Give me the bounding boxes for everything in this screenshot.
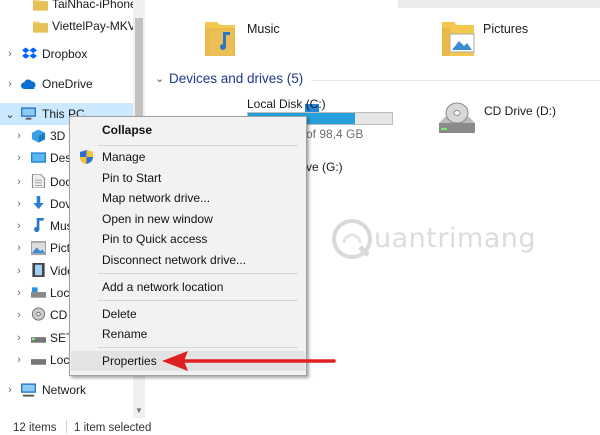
music-folder-icon[interactable] bbox=[203, 16, 237, 58]
chevron-right-icon[interactable]: › bbox=[5, 48, 15, 60]
menu-separator bbox=[98, 273, 298, 274]
nav-item-tainhac[interactable]: TaiNhac-iPhone bbox=[0, 0, 133, 15]
cd-drive-d-label[interactable]: CD Drive (D:) bbox=[484, 104, 556, 118]
chevron-right-icon[interactable]: › bbox=[5, 78, 15, 90]
chevron-right-icon[interactable]: › bbox=[14, 265, 24, 277]
menu-item-pin-to-start[interactable]: Pin to Start bbox=[71, 168, 305, 188]
desktop-icon bbox=[31, 152, 46, 163]
picture-icon bbox=[31, 241, 46, 255]
scroll-down-arrow-icon[interactable]: ▼ bbox=[133, 404, 145, 418]
menu-item-disconnect-network-drive[interactable]: Disconnect network drive... bbox=[71, 250, 305, 270]
context-menu: Collapse Manage Pin to Start Map network… bbox=[69, 116, 307, 376]
devices-and-drives-header[interactable]: Devices and drives (5) bbox=[169, 71, 303, 86]
chevron-right-icon[interactable]: › bbox=[14, 220, 24, 232]
header-strip bbox=[398, 0, 600, 8]
download-arrow-icon bbox=[33, 196, 44, 210]
uac-shield-icon bbox=[80, 150, 93, 164]
nav-item-network[interactable]: › Network bbox=[0, 379, 133, 401]
music-folder-label: Music bbox=[247, 22, 280, 36]
menu-separator bbox=[98, 145, 298, 146]
drive-icon bbox=[31, 287, 46, 298]
chevron-down-icon[interactable]: ⌄ bbox=[155, 72, 164, 85]
computer-icon bbox=[21, 107, 36, 120]
selection-count: 1 item selected bbox=[74, 422, 152, 434]
watermark-text: uantrimang bbox=[374, 223, 537, 254]
chevron-right-icon[interactable]: › bbox=[14, 152, 24, 164]
music-note-icon bbox=[34, 218, 44, 232]
status-bar: 12 items 1 item selected bbox=[0, 418, 600, 435]
quantrimang-watermark: uantrimang bbox=[330, 217, 550, 267]
chevron-right-icon[interactable]: › bbox=[5, 384, 15, 396]
drive-icon bbox=[31, 337, 46, 343]
menu-item-map-network-drive[interactable]: Map network drive... bbox=[71, 188, 305, 208]
menu-separator bbox=[98, 347, 298, 348]
nav-item-onedrive[interactable]: › OneDrive bbox=[0, 73, 133, 95]
menu-item-open-in-new-window[interactable]: Open in new window bbox=[71, 209, 305, 229]
menu-item-delete[interactable]: Delete bbox=[71, 304, 305, 324]
menu-item-manage[interactable]: Manage bbox=[71, 147, 305, 167]
menu-separator bbox=[98, 300, 298, 301]
network-icon bbox=[21, 383, 36, 397]
menu-item-pin-to-quick-access[interactable]: Pin to Quick access bbox=[71, 229, 305, 249]
nav-item-dropbox[interactable]: › Dropbox bbox=[0, 43, 133, 65]
folder-icon bbox=[33, 0, 48, 11]
chevron-down-icon[interactable]: ⌄ bbox=[5, 108, 15, 121]
pictures-folder-icon[interactable] bbox=[440, 16, 476, 58]
folder-icon bbox=[33, 21, 48, 33]
cd-icon bbox=[31, 307, 46, 321]
nav-item-viettelpay[interactable]: ViettelPay-MKVa bbox=[0, 15, 133, 37]
drive-g-label[interactable]: ve (G:) bbox=[306, 160, 343, 174]
document-icon bbox=[31, 174, 46, 188]
chevron-right-icon[interactable]: › bbox=[14, 176, 24, 188]
watermark-logo-icon bbox=[332, 219, 372, 259]
chevron-right-icon[interactable]: › bbox=[14, 130, 24, 142]
item-count: 12 items bbox=[13, 422, 57, 434]
film-icon bbox=[32, 263, 45, 277]
local-disk-free-text: of 98,4 GB bbox=[306, 127, 364, 141]
status-separator bbox=[66, 420, 67, 433]
cd-drive-icon[interactable] bbox=[437, 99, 477, 137]
local-disk-c-label[interactable]: Local Disk (C:) bbox=[247, 97, 326, 111]
dropbox-icon bbox=[22, 47, 37, 59]
red-arrow-annotation bbox=[162, 351, 336, 371]
pictures-folder-label: Pictures bbox=[483, 22, 529, 36]
section-divider bbox=[311, 80, 600, 81]
chevron-right-icon[interactable]: › bbox=[14, 332, 24, 344]
drive-icon bbox=[31, 359, 46, 365]
chevron-right-icon[interactable]: › bbox=[14, 287, 24, 299]
chevron-right-icon[interactable]: › bbox=[14, 198, 24, 210]
menu-item-add-network-location[interactable]: Add a network location bbox=[71, 277, 305, 297]
cube-icon bbox=[31, 129, 46, 143]
chevron-right-icon[interactable]: › bbox=[14, 242, 24, 254]
menu-item-rename[interactable]: Rename bbox=[71, 324, 305, 344]
onedrive-cloud-icon bbox=[21, 79, 36, 89]
chevron-right-icon[interactable]: › bbox=[14, 354, 24, 366]
menu-item-collapse[interactable]: Collapse bbox=[71, 120, 305, 140]
chevron-right-icon[interactable]: › bbox=[14, 309, 24, 321]
